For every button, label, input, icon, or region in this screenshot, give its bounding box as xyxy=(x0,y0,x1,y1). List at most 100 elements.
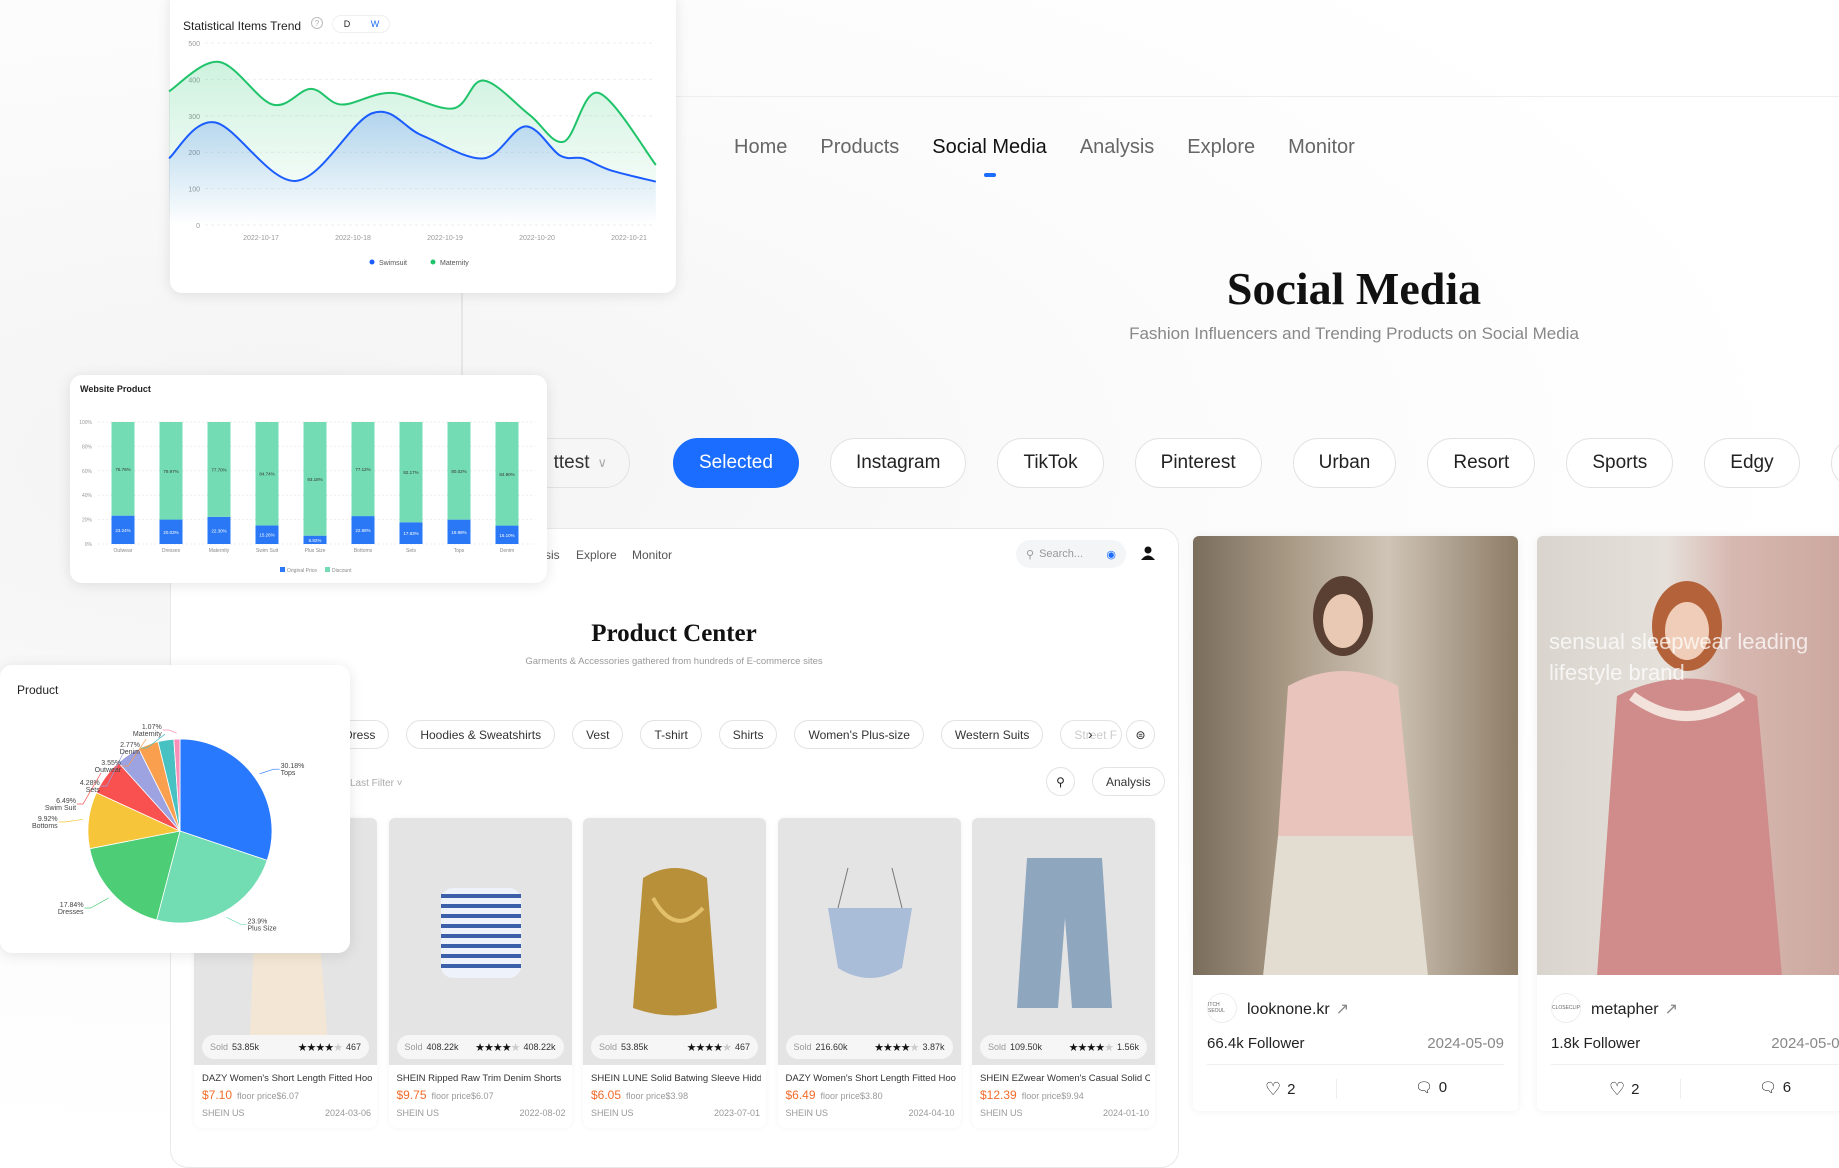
sold-count: 53.85k xyxy=(621,1042,649,1052)
product-title[interactable]: SHEIN Ripped Raw Trim Denim Shorts xyxy=(397,1073,567,1084)
category-chip[interactable]: Women's Plus-size xyxy=(794,720,924,749)
divider xyxy=(1336,1079,1337,1099)
product-image[interactable]: Sold 408.22k ★★★★★ 408.22k xyxy=(388,818,572,1065)
product-card[interactable]: Sold 109.50k ★★★★★ 1.56k SHEIN EZwear Women'… xyxy=(972,818,1155,1128)
filter-pill-sports[interactable]: Sports xyxy=(1566,438,1674,488)
sold-label: Sold xyxy=(404,1042,423,1052)
pie-category-label: Swim Suit xyxy=(45,805,76,812)
nav-analysis[interactable]: Analysis xyxy=(1080,136,1154,159)
influencer-card[interactable]: sensual sleepwear leading lifestyle bran… xyxy=(1537,536,1839,1111)
nav-social-media[interactable]: Social Media xyxy=(932,136,1047,177)
product-price: $6.05 floor price$3.98 xyxy=(591,1088,688,1102)
filter-pill-sexy[interactable]: Sexy xyxy=(1830,438,1839,488)
product-price: $12.39 floor price$9.94 xyxy=(980,1088,1084,1102)
like-count: 2 xyxy=(1287,1081,1296,1098)
search-input[interactable]: ⚲ Search... ◉ xyxy=(1016,540,1126,568)
floor-price: floor price$9.94 xyxy=(1022,1091,1084,1101)
like-button[interactable]: ♡ 2 xyxy=(1609,1079,1639,1100)
product-card[interactable]: Sold 216.60k ★★★★★ 3.87k DAZY Women's Short … xyxy=(777,818,961,1128)
chevron-right-icon[interactable]: › xyxy=(1088,726,1093,742)
filter-settings-button[interactable]: ⊜ xyxy=(1126,720,1155,749)
sold-count: 53.85k xyxy=(232,1042,260,1052)
analysis-button[interactable]: Analysis xyxy=(1092,767,1165,796)
pie-category-label: Denim xyxy=(120,749,140,756)
pie-value-label: 23.9% xyxy=(248,918,268,925)
search-button[interactable]: ⚲ xyxy=(1046,767,1075,796)
photo-overlay-text: sensual sleepwear leading lifestyle bran… xyxy=(1549,629,1809,685)
category-chips: Dress Hoodies & Sweatshirts Vest T-shirt Shi… xyxy=(330,720,1123,749)
product-image[interactable]: Sold 53.85k ★★★★★ 467 xyxy=(583,818,766,1065)
product-image[interactable]: Sold 216.60k ★★★★★ 3.87k xyxy=(777,818,961,1065)
nav-monitor[interactable]: Monitor xyxy=(1288,136,1355,159)
product-title[interactable]: SHEIN EZwear Women's Casual Solid Colo..… xyxy=(980,1073,1150,1084)
product-price: $9.75 floor price$6.07 xyxy=(397,1088,494,1102)
star-rating: ★★★★★ xyxy=(1068,1041,1114,1054)
influencer-name: looknone.kr xyxy=(1247,1001,1330,1018)
avatar: ITCH SEOUL xyxy=(1207,993,1237,1023)
price-value: $6.49 xyxy=(785,1088,816,1102)
category-chip[interactable]: T-shirt xyxy=(640,720,702,749)
sold-badge: Sold 53.85k ★★★★★ 467 xyxy=(591,1035,758,1059)
star-rating: ★★★★★ xyxy=(475,1041,520,1054)
post-date: 2024-05-09 xyxy=(1427,1035,1504,1052)
product-title[interactable]: DAZY Women's Short Length Fitted Hoode..… xyxy=(786,1073,956,1084)
search-icon: ⚲ xyxy=(1026,548,1035,561)
filter-pill-instagram[interactable]: Instagram xyxy=(829,438,967,488)
divider xyxy=(1680,1079,1681,1099)
like-button[interactable]: ♡ 2 xyxy=(1265,1079,1295,1100)
shop-name: SHEIN US xyxy=(785,1108,829,1118)
floor-price: floor price$6.07 xyxy=(432,1091,494,1101)
review-count: 1.56k xyxy=(1116,1042,1139,1052)
filter-pill-urban[interactable]: Urban xyxy=(1292,438,1397,488)
comment-button[interactable]: 🗨 0 xyxy=(1415,1079,1447,1096)
listing-date: 2022-08-02 xyxy=(519,1108,566,1118)
nav-products[interactable]: Products xyxy=(820,136,899,159)
pie-leader-line xyxy=(162,729,177,734)
pie-value-label: 2.77% xyxy=(120,742,140,749)
floor-label: floor price xyxy=(237,1091,277,1101)
category-chip[interactable]: Hoodies & Sweatshirts xyxy=(406,720,556,749)
category-chip[interactable]: Western Suits xyxy=(940,720,1044,749)
product-title[interactable]: DAZY Women's Short Length Fitted Hoode..… xyxy=(202,1073,372,1084)
external-link-icon: ↗ xyxy=(1664,1001,1678,1018)
product-title[interactable]: SHEIN LUNE Solid Batwing Sleeve Hidden..… xyxy=(591,1073,761,1084)
sold-badge: Sold 408.22k ★★★★★ 408.22k xyxy=(396,1035,564,1059)
influencer-name-link[interactable]: metapher ↗ xyxy=(1591,999,1678,1019)
comment-button[interactable]: 🗨 6 xyxy=(1759,1079,1791,1096)
x-tick-label: Tops xyxy=(454,548,465,554)
sold-label: Sold xyxy=(988,1042,1007,1052)
listing-date: 2024-04-10 xyxy=(908,1108,955,1118)
filter-pill-tiktok[interactable]: TikTok xyxy=(997,438,1104,488)
category-chip[interactable]: Shirts xyxy=(718,720,778,749)
pie-category-label: Bottoms xyxy=(32,823,58,830)
last-filter-dropdown[interactable]: Last Filter ˅ xyxy=(350,778,403,789)
sold-count: 408.22k xyxy=(426,1042,459,1052)
bar-value-label: 15.10% xyxy=(499,533,514,538)
filter-pill-selected[interactable]: Selected xyxy=(673,438,799,488)
filter-pill-edgy[interactable]: Edgy xyxy=(1704,438,1800,488)
filter-pill-pinterest[interactable]: Pinterest xyxy=(1134,438,1262,488)
influencer-photo[interactable]: sensual sleepwear leading lifestyle bran… xyxy=(1537,536,1839,976)
influencer-photo[interactable] xyxy=(1193,536,1518,976)
review-count: 467 xyxy=(345,1042,361,1052)
product-card[interactable]: Sold 408.22k ★★★★★ 408.22k SHEIN Ripped Raw … xyxy=(388,818,572,1128)
pc-nav-monitor[interactable]: Monitor xyxy=(632,548,672,562)
nav-explore[interactable]: Explore xyxy=(1187,136,1255,159)
influencer-name-link[interactable]: looknone.kr ↗ xyxy=(1247,999,1349,1019)
floor-value: $9.94 xyxy=(1061,1091,1084,1101)
influencer-card[interactable]: ITCH SEOUL looknone.kr ↗ 66.4k Follower 2024… xyxy=(1193,536,1518,1111)
filter-pill-resort[interactable]: Resort xyxy=(1427,438,1536,488)
product-card[interactable]: Sold 53.85k ★★★★★ 467 SHEIN LUNE Solid Batwi… xyxy=(583,818,766,1128)
product-image[interactable]: Sold 109.50k ★★★★★ 1.56k xyxy=(972,818,1155,1065)
image-search-icon[interactable]: ◉ xyxy=(1106,548,1116,561)
user-icon[interactable] xyxy=(1140,545,1156,561)
floor-label: floor price xyxy=(820,1091,861,1101)
floor-label: floor price xyxy=(1021,1091,1062,1101)
floor-value: $6.07 xyxy=(471,1091,494,1101)
category-chip[interactable]: Vest xyxy=(572,720,624,749)
sold-badge: Sold 53.85k ★★★★★ 467 xyxy=(202,1035,369,1059)
nav-home[interactable]: Home xyxy=(734,136,787,159)
pie-category-label: Sets xyxy=(86,787,101,794)
review-count: 467 xyxy=(734,1042,750,1052)
pie-chart-card: Product 30.18% Tops 23.9% Plus Size 17.84% Dr… xyxy=(0,665,350,953)
